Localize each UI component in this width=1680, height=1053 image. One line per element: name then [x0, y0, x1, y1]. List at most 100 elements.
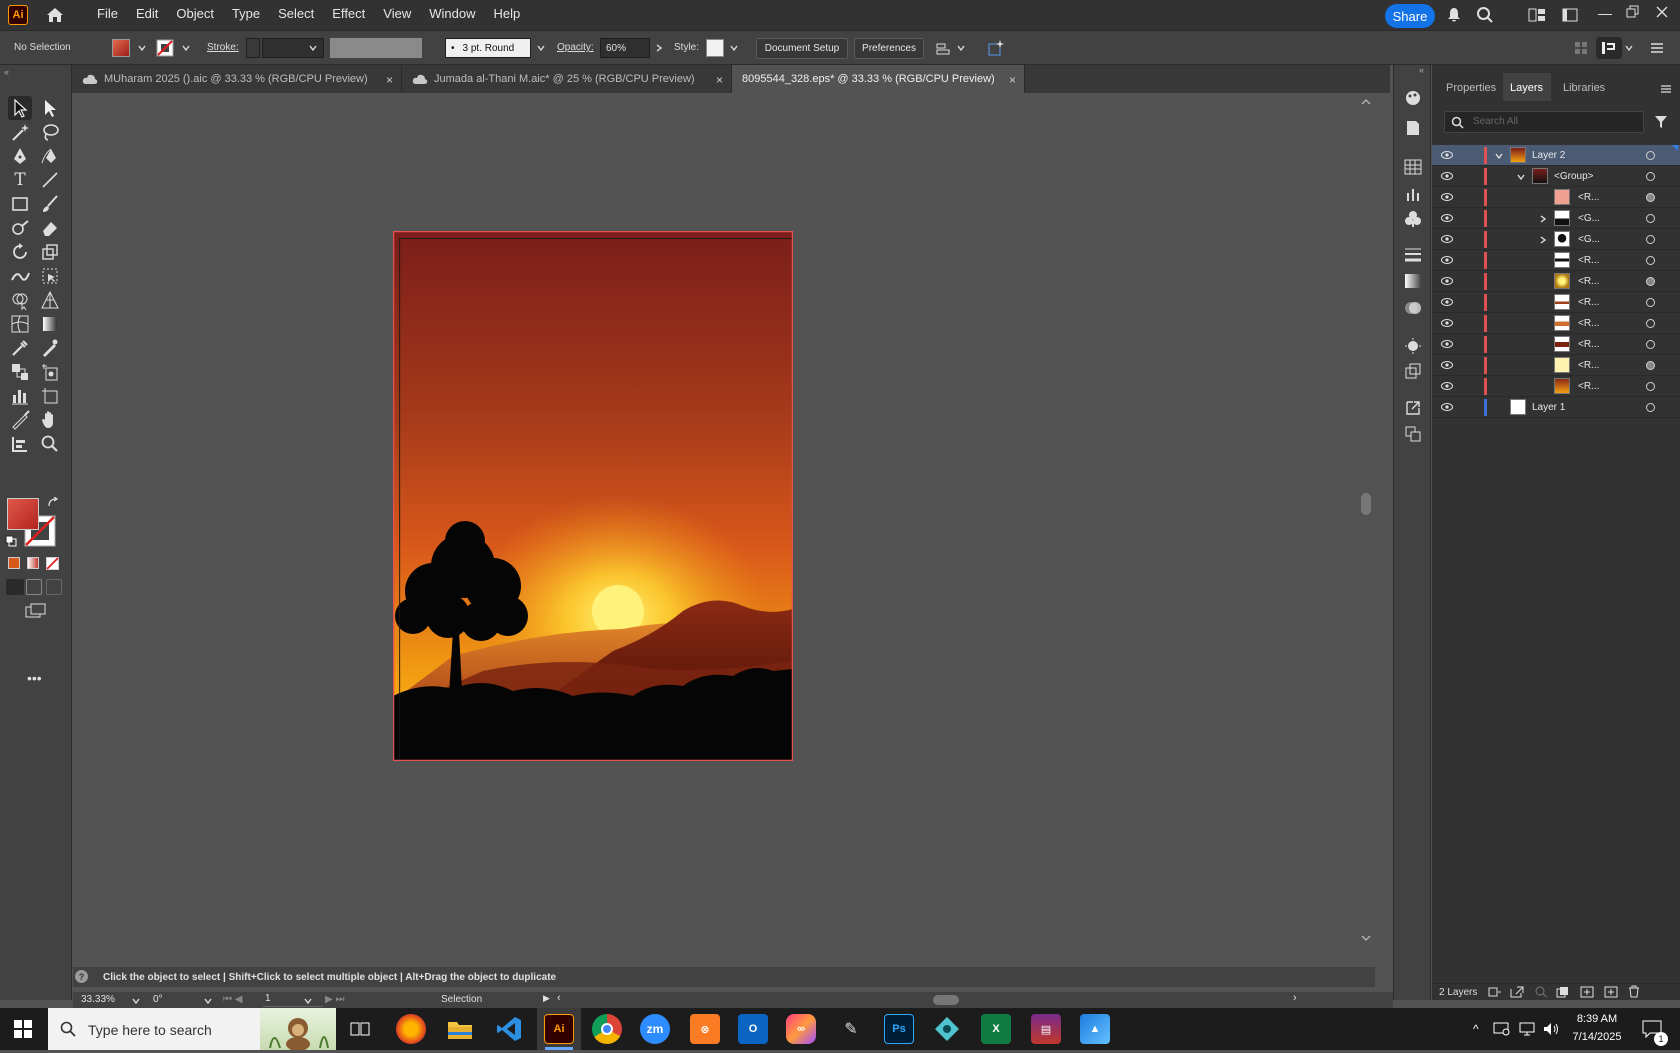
- zoom-tool-icon[interactable]: [39, 433, 61, 455]
- tray-sync-icon[interactable]: [1493, 1021, 1511, 1037]
- outlook-icon[interactable]: O: [738, 1014, 768, 1044]
- zoom-level[interactable]: 33.33%: [81, 994, 115, 1005]
- appearance-panel-icon[interactable]: [1404, 337, 1422, 355]
- firefox-icon[interactable]: [396, 1014, 426, 1044]
- swap-fill-stroke-icon[interactable]: [47, 497, 59, 509]
- properties-toggle[interactable]: [1596, 37, 1622, 59]
- tab-properties[interactable]: Properties: [1446, 82, 1496, 94]
- chevron-down-icon[interactable]: [137, 43, 147, 53]
- screen-mode-icon[interactable]: [24, 602, 48, 620]
- close-icon[interactable]: ×: [1009, 73, 1016, 87]
- taskbar-search-box[interactable]: Type here to search: [48, 1008, 336, 1051]
- target-circle-icon[interactable]: [1646, 151, 1655, 160]
- eye-icon[interactable]: [1441, 277, 1453, 285]
- none-mode-icon[interactable]: [46, 557, 59, 570]
- layer-row-path[interactable]: <R...: [1432, 313, 1680, 334]
- close-window-icon[interactable]: [1656, 6, 1668, 18]
- scroll-up-icon[interactable]: [1360, 97, 1372, 107]
- minimize-icon[interactable]: [1598, 14, 1612, 15]
- rotation-value[interactable]: 0°: [153, 994, 163, 1005]
- eraser-tool-icon[interactable]: [39, 217, 61, 239]
- symbol-sprayer-tool-icon[interactable]: [39, 361, 61, 383]
- target-circle-icon[interactable]: [1646, 193, 1655, 202]
- photoshop-icon[interactable]: Ps: [884, 1014, 914, 1044]
- artboard[interactable]: [393, 231, 793, 761]
- transparency-panel-icon[interactable]: [1404, 299, 1422, 317]
- layers-search-input[interactable]: Search All: [1444, 111, 1644, 133]
- winrar-icon[interactable]: ▤: [1031, 1014, 1061, 1044]
- free-transform-tool-icon[interactable]: [39, 265, 61, 287]
- gradient-mode-icon[interactable]: [27, 557, 39, 569]
- target-circle-icon[interactable]: [1646, 214, 1655, 223]
- edit-toolbar-icon[interactable]: •••: [27, 670, 42, 686]
- layer-row-path[interactable]: <R...: [1432, 376, 1680, 397]
- print-tiling-tool-icon[interactable]: [9, 433, 31, 455]
- network-icon[interactable]: [1518, 1021, 1536, 1037]
- stroke-panel-icon[interactable]: [1404, 247, 1422, 263]
- menu-help[interactable]: Help: [484, 0, 529, 30]
- target-circle-icon[interactable]: [1646, 361, 1655, 370]
- color-mode-icon[interactable]: [8, 557, 20, 569]
- shaper-tool-icon[interactable]: [9, 217, 31, 239]
- recolor-artwork-icon[interactable]: [987, 39, 1005, 57]
- align-options-icon[interactable]: [935, 41, 951, 57]
- home-icon[interactable]: [44, 4, 66, 26]
- menu-type[interactable]: Type: [223, 0, 269, 30]
- chevron-down-icon[interactable]: [1516, 172, 1526, 182]
- xampp-icon[interactable]: ⊗: [690, 1014, 720, 1044]
- layer-row-path[interactable]: <R...: [1432, 292, 1680, 313]
- chevron-down-icon[interactable]: [1494, 151, 1504, 161]
- vertical-scrollbar-thumb[interactable]: [1361, 493, 1371, 515]
- tab-libraries[interactable]: Libraries: [1563, 82, 1605, 94]
- fill-color-swatch[interactable]: [112, 39, 130, 57]
- brushes-panel-icon[interactable]: [1404, 185, 1422, 203]
- scale-tool-icon[interactable]: [39, 241, 61, 263]
- pen-tool-app-icon[interactable]: ✎: [836, 1014, 866, 1044]
- column-graph-tool-icon[interactable]: [9, 385, 31, 407]
- filter-icon[interactable]: [1654, 115, 1668, 129]
- artboard-tool-icon[interactable]: [39, 385, 61, 407]
- target-circle-icon[interactable]: [1646, 298, 1655, 307]
- eye-icon[interactable]: [1441, 172, 1453, 180]
- canvas[interactable]: [73, 93, 1375, 967]
- default-fill-stroke-icon[interactable]: [5, 535, 17, 547]
- collect-export-icon[interactable]: [1488, 986, 1502, 998]
- collapse-toolbar-icon[interactable]: «: [4, 67, 9, 77]
- hand-tool-icon[interactable]: [39, 409, 61, 431]
- layer-row-path[interactable]: <R...: [1432, 250, 1680, 271]
- excel-icon[interactable]: X: [981, 1014, 1011, 1044]
- layer-row-path[interactable]: <R...: [1432, 334, 1680, 355]
- target-circle-icon[interactable]: [1646, 277, 1655, 286]
- layer-row-path[interactable]: <R...: [1432, 187, 1680, 208]
- rectangle-tool-icon[interactable]: [9, 193, 31, 215]
- panel-menu-icon[interactable]: [1660, 84, 1672, 94]
- shape-builder-tool-icon[interactable]: [9, 289, 31, 311]
- trash-icon[interactable]: [1628, 985, 1640, 998]
- magic-wand-tool-icon[interactable]: [9, 121, 31, 143]
- fill-swatch[interactable]: [7, 498, 39, 530]
- scroll-down-icon[interactable]: [1360, 933, 1372, 943]
- clock-time[interactable]: 8:39 AM: [1568, 1013, 1626, 1025]
- brush-definition[interactable]: • 3 pt. Round: [445, 38, 531, 58]
- perspective-grid-tool-icon[interactable]: [39, 289, 61, 311]
- eye-icon[interactable]: [1441, 151, 1453, 159]
- chevron-down-icon[interactable]: [303, 996, 313, 1006]
- chevron-down-icon[interactable]: [956, 43, 966, 53]
- export-icon[interactable]: [1510, 986, 1524, 998]
- draw-inside-icon[interactable]: [46, 579, 62, 595]
- document-setup-button[interactable]: Document Setup: [756, 38, 848, 59]
- chevron-down-icon[interactable]: [729, 43, 739, 53]
- blend-tool-icon[interactable]: [9, 361, 31, 383]
- workspace-icon[interactable]: [1528, 8, 1546, 22]
- layer-row-path[interactable]: <R...: [1432, 271, 1680, 292]
- artboard-nav-last-icon[interactable]: ▶ ⏭: [325, 994, 344, 1005]
- opacity-label[interactable]: Opacity:: [557, 42, 594, 53]
- symbols-panel-icon[interactable]: [1404, 210, 1422, 228]
- windows-start-icon[interactable]: [14, 1020, 32, 1038]
- search-icon[interactable]: [1476, 6, 1494, 24]
- paintbrush-tool-icon[interactable]: [39, 193, 61, 215]
- swatches-panel-icon[interactable]: [1404, 159, 1422, 175]
- bell-icon[interactable]: [1446, 7, 1462, 23]
- chevron-down-icon[interactable]: [1624, 43, 1634, 53]
- photos-icon[interactable]: ▲: [1080, 1014, 1110, 1044]
